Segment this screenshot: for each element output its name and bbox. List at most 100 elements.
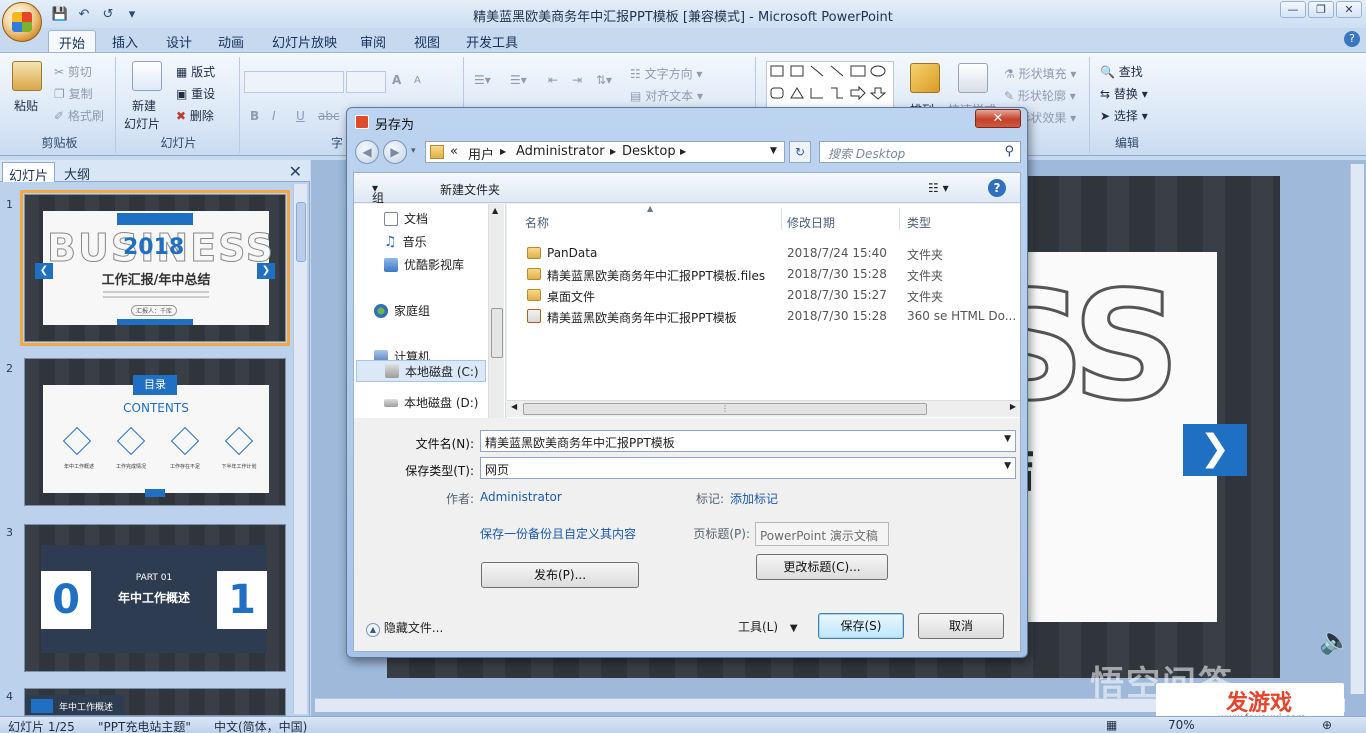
chevron-right-icon[interactable]: ▶ <box>610 147 616 156</box>
tab-slideshow[interactable]: 幻灯片放映 <box>262 30 347 52</box>
office-button[interactable] <box>2 2 42 42</box>
find-button[interactable]: 🔍 查找 <box>1100 63 1143 80</box>
reset-button[interactable]: ▣ 重设 <box>176 85 215 102</box>
publish-button[interactable]: 发布(P)... <box>481 562 639 588</box>
select-button[interactable]: ➤ 选择 ▾ <box>1100 107 1148 124</box>
replace-button[interactable]: ⇆ 替换 ▾ <box>1100 85 1148 102</box>
dialog-help-icon[interactable]: ? <box>988 179 1006 197</box>
column-header-name[interactable]: 名称 <box>525 214 549 231</box>
shrink-font-button[interactable]: A <box>414 75 421 86</box>
file-row[interactable]: PanData 2018/7/24 15:40 文件夹 <box>523 244 1013 264</box>
status-zoom[interactable]: 70% <box>1168 718 1195 732</box>
help-icon[interactable]: ? <box>1344 31 1360 47</box>
slide-thumbnail-1[interactable]: BUSINESS 2018 工作汇报/年中总结 汇报人：千库 ❮ ❯ <box>20 190 290 346</box>
slide-thumbnail-2[interactable]: CONTENTS 年中工作概述 工作完成情况 工作存在不足 下半年工作计划 目录 <box>24 358 286 506</box>
slide-thumbnail-4[interactable]: 年中工作概述 <box>24 688 286 716</box>
author-value[interactable]: Administrator <box>480 490 562 504</box>
text-direction-button[interactable]: ☷ 文字方向 ▾ <box>630 65 702 82</box>
breadcrumb-overflow[interactable]: « <box>450 144 458 159</box>
new-slide-label-2[interactable]: 幻灯片 <box>124 115 160 132</box>
refresh-icon[interactable]: ↻ <box>789 141 811 163</box>
tree-item-video-library[interactable]: 优酷影视库 <box>384 256 464 273</box>
tab-outline[interactable]: 大纲 <box>58 162 96 183</box>
change-title-button[interactable]: 更改标题(C)... <box>756 554 888 580</box>
close-pane-icon[interactable]: ✕ <box>289 162 302 181</box>
tab-animation[interactable]: 动画 <box>208 30 254 52</box>
tree-item-drive-d[interactable]: 本地磁盘 (D:) <box>384 394 478 411</box>
shape-outline-button[interactable]: ✎ 形状轮廓 ▾ <box>1004 87 1076 104</box>
column-header-type[interactable]: 类型 <box>907 214 931 231</box>
slides-pane-scrollbar[interactable] <box>293 184 307 714</box>
add-tags-link[interactable]: 添加标记 <box>730 490 778 507</box>
tab-view[interactable]: 视图 <box>404 30 450 52</box>
chevron-right-icon[interactable]: ▶ <box>680 147 686 156</box>
align-text-button[interactable]: ▤ 对齐文本 ▾ <box>630 87 703 104</box>
scroll-up-icon[interactable]: ▲ <box>492 206 498 215</box>
editor-vertical-scrollbar[interactable] <box>1350 164 1364 694</box>
delete-slide-button[interactable]: ✖ 删除 <box>176 107 214 124</box>
paste-button[interactable]: 粘贴 <box>14 97 38 114</box>
breadcrumb-administrator[interactable]: Administrator <box>516 144 605 159</box>
column-divider[interactable] <box>899 208 900 230</box>
arrange-icon[interactable] <box>910 63 940 93</box>
save-button[interactable]: 保存(S) <box>818 613 904 639</box>
hide-folders-toggle[interactable]: ▲ 隐藏文件... <box>366 619 443 637</box>
tree-scroll-thumb[interactable] <box>491 308 503 358</box>
back-icon[interactable]: ◀ <box>355 140 379 164</box>
address-dropdown-icon[interactable]: ▼ <box>770 146 777 156</box>
column-divider[interactable] <box>781 208 782 230</box>
shape-fill-button[interactable]: ⚗ 形状填充 ▾ <box>1004 65 1076 82</box>
breadcrumb-desktop[interactable]: Desktop <box>622 144 676 159</box>
file-row[interactable]: 精美蓝黑欧美商务年中汇报PPT模板.files 2018/7/30 15:28 … <box>523 265 1013 285</box>
column-header-date[interactable]: 修改日期 <box>787 214 835 231</box>
chevron-down-icon[interactable]: ▼ <box>1004 434 1011 444</box>
new-slide-label-1[interactable]: 新建 <box>132 97 156 114</box>
cancel-button[interactable]: 取消 <box>918 613 1004 639</box>
chevron-down-icon[interactable]: ▼ <box>1004 461 1011 471</box>
bold-button[interactable]: B <box>250 109 259 123</box>
search-input[interactable]: 搜索 Desktop ⚲ <box>819 141 1021 163</box>
search-icon[interactable]: ⚲ <box>1004 144 1014 159</box>
slide-thumbnail-3[interactable]: PART 01 年中工作概述 0 1 <box>24 524 286 672</box>
bullets-icon[interactable]: ☰▾ <box>474 73 491 87</box>
quick-styles-icon[interactable] <box>958 63 988 93</box>
address-bar[interactable]: « 用户 ▶ Administrator ▶ Desktop ▶ ▼ <box>425 141 785 163</box>
tab-review[interactable]: 审阅 <box>350 30 396 52</box>
underline-button[interactable]: U <box>296 109 305 123</box>
grow-font-button[interactable]: A <box>392 73 401 87</box>
format-painter-button[interactable]: ✐ 格式刷 <box>54 107 104 124</box>
tab-insert[interactable]: 插入 <box>102 30 148 52</box>
line-spacing-icon[interactable]: ⇅▾ <box>596 73 612 87</box>
zoom-in-icon[interactable]: ⊕ <box>1322 718 1332 732</box>
filename-input[interactable]: 精美蓝黑欧美商务年中汇报PPT模板 ▼ <box>480 430 1016 452</box>
backup-link[interactable]: 保存一份备份且自定义其内容 <box>480 525 636 542</box>
scroll-left-icon[interactable]: ◀ <box>511 402 517 411</box>
page-title-input[interactable]: PowerPoint 演示文稿 <box>755 522 889 546</box>
chevron-right-icon[interactable]: ▶ <box>500 147 506 156</box>
copy-button[interactable]: ❐ 复制 <box>54 85 93 102</box>
tree-item-homegroup[interactable]: 家庭组 <box>374 302 430 319</box>
numbering-icon[interactable]: ☰▾ <box>510 73 527 87</box>
file-list-hscrollbar[interactable]: ◀ ⋮ ▶ <box>507 400 1020 417</box>
tree-item-documents[interactable]: 文档 <box>384 210 428 227</box>
tab-developer[interactable]: 开发工具 <box>456 30 528 52</box>
close-icon[interactable]: ✕ <box>1336 1 1362 18</box>
file-row[interactable]: 桌面文件 2018/7/30 15:27 文件夹 <box>523 286 1013 306</box>
file-list-hscroll-thumb[interactable]: ⋮ <box>523 403 927 415</box>
font-name-combo[interactable] <box>244 71 344 93</box>
layout-button[interactable]: ▦ 版式 <box>176 63 215 80</box>
tab-home[interactable]: 开始 <box>48 30 97 52</box>
tree-item-music[interactable]: ♫ 音乐 <box>384 233 427 250</box>
dialog-close-icon[interactable]: ✕ <box>975 109 1021 128</box>
new-folder-button[interactable]: 新建文件夹 <box>440 181 500 198</box>
cut-button[interactable]: ✂ 剪切 <box>54 63 92 80</box>
scroll-right-icon[interactable]: ▶ <box>1010 402 1016 411</box>
tab-design[interactable]: 设计 <box>156 30 202 52</box>
paste-icon[interactable] <box>12 61 42 91</box>
maximize-icon[interactable]: ❐ <box>1308 1 1334 18</box>
tools-menu[interactable]: 工具(L) ▼ <box>738 618 798 635</box>
tree-scrollbar[interactable]: ▲ <box>488 204 504 418</box>
file-row[interactable]: 精美蓝黑欧美商务年中汇报PPT模板 2018/7/30 15:28 360 se… <box>523 307 1016 327</box>
scroll-thumb[interactable] <box>296 202 306 262</box>
tab-slides[interactable]: 幻灯片 <box>2 162 56 184</box>
